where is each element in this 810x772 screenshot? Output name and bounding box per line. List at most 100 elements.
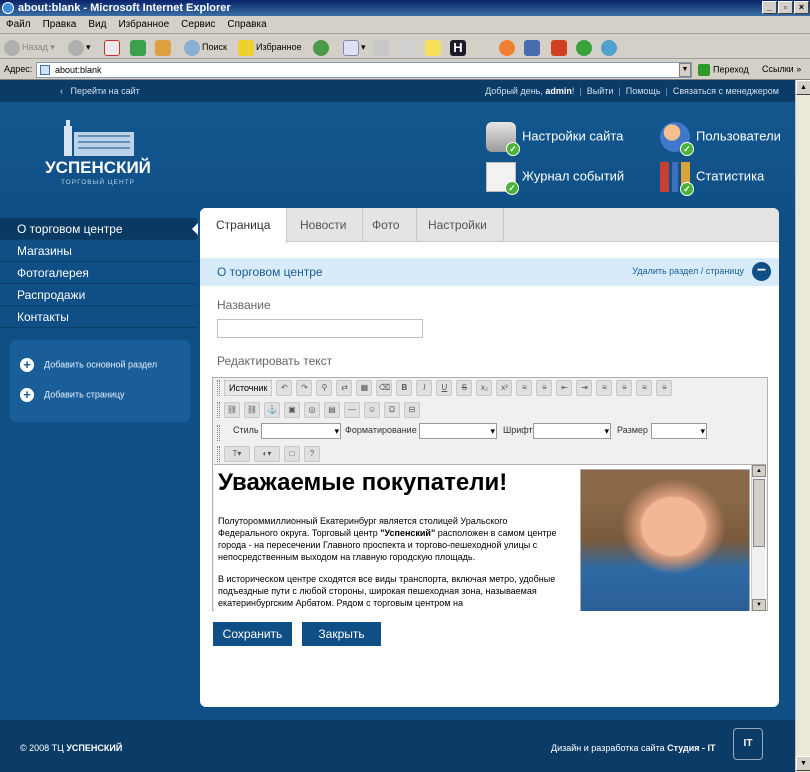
- style-select[interactable]: [261, 423, 341, 439]
- bg-color-icon[interactable]: ◐▾: [254, 446, 280, 462]
- select-all-icon[interactable]: ▦: [356, 380, 373, 396]
- contact-manager-link[interactable]: Связаться с менеджером: [673, 86, 779, 96]
- back-to-site-link[interactable]: ‹ Перейти на сайт: [60, 80, 140, 102]
- subscript-icon[interactable]: x₂: [476, 380, 493, 396]
- name-input[interactable]: [217, 319, 423, 338]
- print-button[interactable]: [373, 38, 391, 56]
- history-button[interactable]: [313, 38, 331, 56]
- maximize-button[interactable]: ▫: [778, 1, 793, 14]
- menu-file[interactable]: Файл: [0, 16, 37, 30]
- minimize-button[interactable]: _: [762, 1, 777, 14]
- nav-item-gallery[interactable]: Фотогалерея: [0, 262, 197, 284]
- nav-item-contacts[interactable]: Контакты: [0, 306, 197, 328]
- source-button[interactable]: Источник: [224, 380, 273, 396]
- underline-icon[interactable]: U: [436, 380, 453, 396]
- tab-page[interactable]: Страница: [200, 208, 288, 243]
- favorites-button[interactable]: Избранное: [238, 38, 302, 56]
- event-log-link[interactable]: ✓ Журнал событий: [486, 162, 624, 195]
- links-button[interactable]: Ссылки »: [762, 64, 801, 74]
- nav-item-sales[interactable]: Распродажи: [0, 284, 197, 306]
- tab-news[interactable]: Новости: [284, 208, 364, 242]
- unlink-icon[interactable]: ⛓: [244, 402, 260, 418]
- mail-button[interactable]: ▾: [343, 38, 366, 56]
- font-select[interactable]: [533, 423, 611, 439]
- scroll-down-arrow[interactable]: ▼: [796, 756, 810, 771]
- forward-button[interactable]: ▾: [68, 38, 91, 56]
- text-color-icon[interactable]: T▾: [224, 446, 250, 462]
- scroll-up-arrow[interactable]: ▲: [796, 80, 810, 95]
- ordered-list-icon[interactable]: ≡: [516, 380, 533, 396]
- editor-scroll-down[interactable]: ▼: [752, 599, 766, 611]
- stop-button[interactable]: [104, 38, 122, 56]
- about-icon[interactable]: ?: [304, 446, 320, 462]
- tool-button-1[interactable]: [524, 38, 542, 56]
- menu-edit[interactable]: Правка: [37, 16, 83, 30]
- close-button[interactable]: Закрыть: [302, 622, 381, 646]
- bullet-list-icon[interactable]: ≡: [536, 380, 553, 396]
- superscript-icon[interactable]: x²: [496, 380, 513, 396]
- nav-item-shops[interactable]: Магазины: [0, 240, 197, 262]
- outdent-icon[interactable]: ⇤: [556, 380, 573, 396]
- editor-scroll-thumb[interactable]: [753, 479, 765, 547]
- tab-settings[interactable]: Настройки: [412, 208, 504, 242]
- tab-photo[interactable]: Фото: [356, 208, 417, 242]
- notes-button[interactable]: [425, 38, 443, 56]
- editor-scroll-up[interactable]: ▲: [752, 465, 766, 477]
- add-section-button[interactable]: + Добавить основной раздел: [20, 358, 157, 372]
- menu-favorites[interactable]: Избранное: [112, 16, 175, 30]
- strike-icon[interactable]: S: [456, 380, 473, 396]
- address-input[interactable]: about:blank: [36, 62, 692, 78]
- find-icon[interactable]: ⚲: [316, 380, 333, 396]
- nav-item-about[interactable]: О торговом центре: [0, 218, 198, 240]
- edit-button[interactable]: [399, 38, 417, 56]
- menu-view[interactable]: Вид: [82, 16, 112, 30]
- back-button[interactable]: Назад ▾: [4, 38, 55, 56]
- address-dropdown[interactable]: ▼: [679, 63, 691, 77]
- undo-icon[interactable]: ↶: [276, 380, 293, 396]
- menu-tools[interactable]: Сервис: [175, 16, 221, 30]
- help-link[interactable]: Помощь: [626, 86, 661, 96]
- logout-link[interactable]: Выйти: [587, 86, 614, 96]
- save-button[interactable]: Сохранить: [213, 622, 292, 646]
- flash-icon[interactable]: ◎: [304, 402, 320, 418]
- delete-section-button[interactable]: −: [752, 262, 771, 281]
- h-button[interactable]: H: [450, 38, 468, 56]
- redo-icon[interactable]: ↷: [296, 380, 313, 396]
- bold-icon[interactable]: B: [396, 380, 413, 396]
- pagebreak-icon[interactable]: ⊟: [404, 402, 420, 418]
- search-button[interactable]: Поиск: [184, 38, 227, 56]
- at-button[interactable]: [499, 38, 517, 56]
- image-icon[interactable]: ▣: [284, 402, 300, 418]
- site-settings-link[interactable]: ✓ Настройки сайта: [486, 122, 623, 156]
- fit-window-icon[interactable]: □: [284, 446, 300, 462]
- italic-icon[interactable]: I: [416, 380, 433, 396]
- indent-icon[interactable]: ⇥: [576, 380, 593, 396]
- download-button[interactable]: [551, 38, 569, 56]
- special-char-icon[interactable]: Ω: [384, 402, 400, 418]
- align-right-icon[interactable]: ≡: [636, 380, 653, 396]
- editor-scrollbar[interactable]: ▲ ▼: [751, 465, 766, 611]
- studio-logo[interactable]: IT: [733, 728, 763, 760]
- menu-help[interactable]: Справка: [221, 16, 272, 30]
- clover-button[interactable]: [576, 38, 594, 56]
- eraser-icon[interactable]: ⌫: [376, 380, 393, 396]
- page-scrollbar[interactable]: ▲ ▼: [795, 80, 810, 772]
- close-window-button[interactable]: ×: [794, 1, 809, 14]
- refresh-button[interactable]: [130, 38, 148, 56]
- smiley-icon[interactable]: ☺: [364, 402, 380, 418]
- anchor-icon[interactable]: ⚓: [264, 402, 280, 418]
- site-logo[interactable]: УСПЕНСКИЙ ТОРГОВЫЙ ЦЕНТР: [42, 118, 154, 188]
- link-icon[interactable]: ⛓: [224, 402, 240, 418]
- go-button[interactable]: Переход: [698, 64, 749, 76]
- editor-content[interactable]: Уважаемые покупатели! Полутороммиллионны…: [214, 464, 766, 611]
- home-button[interactable]: [155, 38, 173, 56]
- replace-icon[interactable]: ⇄: [336, 380, 353, 396]
- table-icon[interactable]: ▤: [324, 402, 340, 418]
- users-link[interactable]: ✓ Пользователи: [660, 122, 781, 156]
- delete-section-link[interactable]: Удалить раздел / страницу: [632, 266, 744, 276]
- size-select[interactable]: [651, 423, 707, 439]
- align-center-icon[interactable]: ≡: [616, 380, 633, 396]
- hr-icon[interactable]: ―: [344, 402, 360, 418]
- align-left-icon[interactable]: ≡: [596, 380, 613, 396]
- format-select[interactable]: [419, 423, 497, 439]
